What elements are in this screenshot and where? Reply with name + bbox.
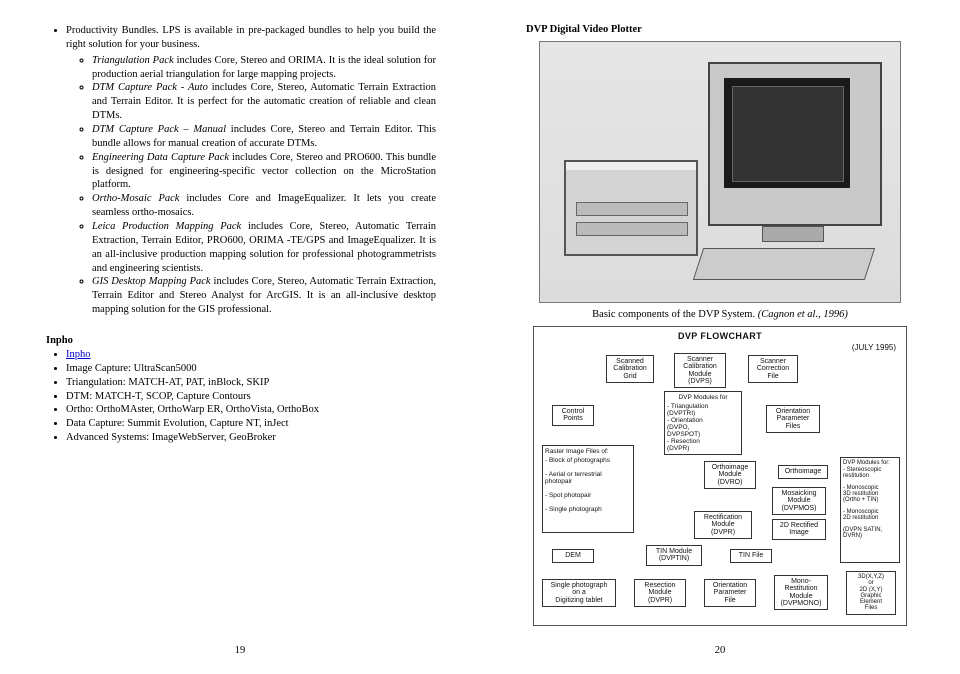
bundle-lead: Leica Production Mapping Pack [92,221,241,232]
bundle-item: Triangulation Pack includes Core, Stereo… [92,54,436,82]
screen-icon [724,78,850,188]
monitor-stand-icon [762,226,824,242]
inpho-item: Advanced Systems: ImageWebServer, GeoBro… [66,431,436,445]
bundle-item: Leica Production Mapping Pack includes C… [92,220,436,275]
fc-box-opf: Orientation Parameter Files [766,405,820,433]
bundles-heading-text: Productivity Bundles. LPS is available i… [66,25,436,50]
fc-box-ortho: Orthoimage Module (DVRO) [704,461,756,489]
fc-box-scm: Scanner Calibration Module (DVPS) [674,353,726,388]
fc-triang: - Triangulation (DVPTRI) [667,403,739,417]
left-page: Productivity Bundles. LPS is available i… [0,0,480,674]
bundle-item: Engineering Data Capture Pack includes C… [92,151,436,193]
bundles-list: Productivity Bundles. LPS is available i… [44,24,436,317]
fc-box-rect: Rectification Module (DVPR) [694,511,752,539]
fc-group-rhs: DVP Modules for: - Stereoscopic restitut… [840,457,900,563]
fc-box-graph: 3D(X,Y,Z) or 2D (X,Y) Graphic Element Fi… [846,571,896,615]
bundle-lead: Engineering Data Capture Pack [92,152,229,163]
fc-box-tinmod: TIN Module (DVPTIN) [646,545,702,566]
dvp-flowchart: DVP FLOWCHART (JULY 1995) Scanned Calibr… [533,326,907,626]
bundle-item: DTM Capture Pack - Auto includes Core, S… [92,81,436,123]
fc-group-raster: Raster Image Files of: - Block of photog… [542,445,634,533]
fc-resect: - Resection (DVPR) [667,438,739,452]
fc-box-mosaic: Mosaicking Module (DVPMOS) [772,487,826,515]
photo-caption: Basic components of the DVP System. (Cag… [524,309,916,320]
inpho-item: Ortho: OrthoMAster, OrthoWarp ER, OrthoV… [66,403,436,417]
inpho-item: DTM: MATCH-T, SCOP, Capture Contours [66,390,436,404]
right-page: DVP Digital Video Plotter Basic componen… [480,0,960,674]
inpho-section-heading: Inpho [46,335,436,346]
flowchart-date: (JULY 1995) [538,343,896,352]
page-number-left: 19 [44,641,436,656]
fc-group-dvpmod: DVP Modules for - Triangulation (DVPTRI)… [664,391,742,455]
bundle-lead: Triangulation Pack [92,55,174,66]
bundle-lead: DTM Capture Pack - Auto [92,82,208,93]
fc-raster-items: - Block of photographs - Aerial or terre… [545,457,631,513]
inpho-list: Inpho Image Capture: UltraScan5000 Trian… [44,348,436,445]
fc-box-dem: DEM [552,549,594,563]
bundle-lead: Ortho-Mosaic Pack [92,193,179,204]
right-content: DVP Digital Video Plotter Basic componen… [524,24,916,641]
fc-box-mono: Mono- Restitution Module (DVPMONO) [774,575,828,610]
inpho-link[interactable]: Inpho [66,349,91,360]
caption-citation: (Cagnon et al., 1996) [758,309,848,320]
inpho-item: Image Capture: UltraScan5000 [66,362,436,376]
fc-box-cp: Control Points [552,405,594,426]
caption-text: Basic components of the DVP System. [592,309,758,320]
inpho-item: Data Capture: Summit Evolution, Capture … [66,417,436,431]
bundle-lead: DTM Capture Pack – Manual [92,124,226,135]
fc-rhs-head: DVP Modules for: [843,460,897,466]
bundle-item: GIS Desktop Mapping Pack includes Core, … [92,275,436,317]
screen-inner-icon [732,86,844,182]
monitor-icon [708,62,882,226]
fc-dvpmod-head: DVP Modules for [667,394,739,401]
bundle-lead: GIS Desktop Mapping Pack [92,276,211,287]
bundle-item: DTM Capture Pack – Manual includes Core,… [92,123,436,151]
fc-box-tinfile: TIN File [730,549,772,563]
workstation-icon [564,160,698,256]
dvp-heading: DVP Digital Video Plotter [526,24,916,35]
page-number-right: 20 [524,641,916,656]
keyboard-icon [693,248,875,280]
left-content: Productivity Bundles. LPS is available i… [44,24,436,641]
fc-box-scf: Scanner Correction File [748,355,798,383]
dvp-photo [539,41,901,303]
fc-box-scg: Scanned Calibration Grid [606,355,654,383]
inpho-item: Triangulation: MATCH-AT, PAT, inBlock, S… [66,376,436,390]
fc-orient: - Orientation (DVPO, DVPSPOT) [667,417,739,438]
bundle-item: Ortho-Mosaic Pack includes Core and Imag… [92,192,436,220]
fc-rhs-items: - Stereoscopic restitution - Monoscopic … [843,467,897,539]
inpho-link-item: Inpho [66,348,436,362]
bundles-sublist: Triangulation Pack includes Core, Stereo… [66,54,436,317]
fc-box-rect2d: 2D Rectified Image [772,519,826,540]
flowchart-title: DVP FLOWCHART [538,331,902,341]
fc-raster-head: Raster Image Files of: [545,448,631,455]
bundles-heading: Productivity Bundles. LPS is available i… [66,24,436,317]
fc-box-single: Single photograph on a Digitizing tablet [542,579,616,607]
fc-box-resmod: Resection Module (DVPR) [634,579,686,607]
fc-box-orthoimg: Orthoimage [778,465,828,479]
fc-box-opf2: Orientation Parameter File [704,579,756,607]
